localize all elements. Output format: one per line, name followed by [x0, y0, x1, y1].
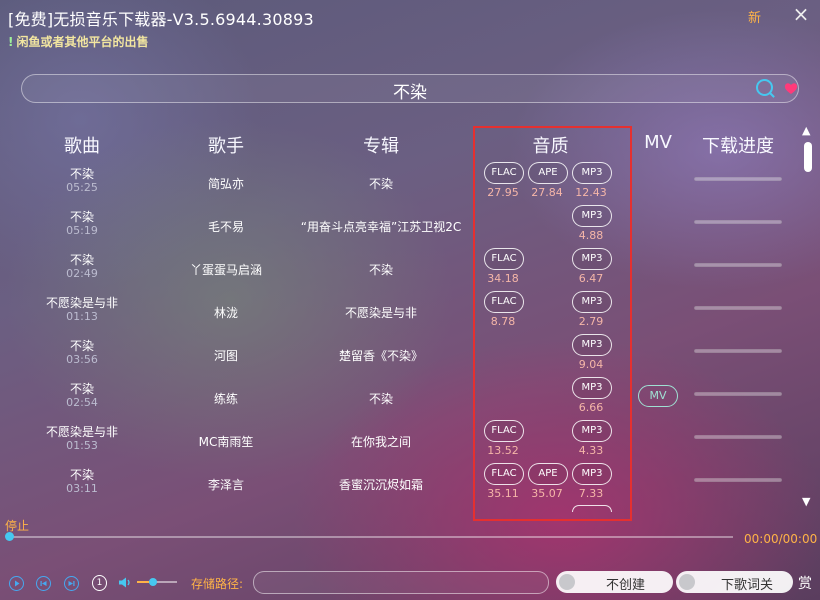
table-row[interactable]: 不染 05:25 简弘亦 不染 FLAC 27.95 APE 27.84 MP3… — [0, 162, 800, 206]
album-name: 楚留香《不染》 — [338, 349, 423, 363]
create-folder-label: 不创建 — [606, 578, 646, 593]
singer-name: MC南雨笙 — [198, 435, 254, 449]
scrollbar-thumb[interactable] — [804, 142, 812, 172]
song-title: 不愿染是与非 — [45, 296, 118, 310]
previous-icon[interactable] — [36, 576, 51, 591]
storage-path-input[interactable] — [253, 571, 549, 594]
song-title: 不染 — [69, 339, 94, 353]
song-title: 不染 — [69, 382, 94, 396]
timer-icon[interactable]: 1 — [92, 575, 107, 591]
time-readout: 00:00/00:00 — [744, 532, 818, 546]
album-name: 不染 — [368, 177, 393, 191]
new-badge[interactable]: 新 — [748, 7, 761, 26]
scroll-down-arrow[interactable]: ▼ — [802, 495, 810, 508]
next-icon[interactable] — [64, 576, 79, 591]
download-progress-bar — [694, 435, 782, 439]
download-progress-bar — [694, 349, 782, 353]
download-progress-bar — [694, 263, 782, 267]
song-duration: 01:13 — [66, 310, 98, 323]
column-header-song: 歌曲 — [64, 136, 100, 157]
table-row[interactable]: 不染 02:54 练练 不染 MP3 6.66 MV — [0, 377, 800, 421]
album-name: 在你我之间 — [350, 435, 411, 449]
song-title: 不染 — [69, 210, 94, 224]
album-name: “用奋斗点亮幸福”江苏卫视2C — [300, 220, 462, 234]
song-duration: 03:56 — [66, 353, 98, 366]
song-title: 不染 — [69, 167, 94, 181]
album-name: 不染 — [368, 263, 393, 277]
search-input[interactable]: 不染 — [22, 78, 798, 103]
table-row[interactable]: 不愿染是与非 01:13 林泷 不愿染是与非 FLAC 8.78 MP3 2.7… — [0, 291, 800, 335]
download-progress-bar — [694, 220, 782, 224]
album-name: 不愿染是与非 — [344, 306, 417, 320]
volume-icon[interactable] — [118, 576, 132, 589]
scroll-up-arrow[interactable]: ▲ — [802, 124, 810, 137]
toggle-knob — [679, 574, 695, 590]
song-duration: 01:53 — [66, 439, 98, 452]
song-duration: 02:49 — [66, 267, 98, 280]
table-row[interactable]: 不染 03:56 河图 楚留香《不染》 MP3 9.04 — [0, 334, 800, 378]
lyrics-toggle[interactable]: 下歌词关 — [676, 571, 793, 593]
table-row[interactable]: 不染 02:49 丫蛋蛋马启涵 不染 FLAC 34.18 MP3 6.47 — [0, 248, 800, 292]
volume-knob[interactable] — [149, 578, 157, 586]
singer-name: 丫蛋蛋马启涵 — [189, 263, 262, 277]
toggle-knob — [559, 574, 575, 590]
search-bar[interactable]: 不染 — [21, 74, 799, 103]
play-icon[interactable] — [9, 576, 24, 591]
heart-icon[interactable] — [783, 80, 799, 96]
download-progress-bar — [694, 478, 782, 482]
lyrics-toggle-label: 下歌词关 — [721, 578, 774, 593]
seek-bar[interactable] — [8, 536, 733, 538]
close-button[interactable]: × — [790, 2, 812, 26]
singer-name: 简弘亦 — [207, 177, 244, 191]
column-header-album: 专辑 — [363, 136, 399, 157]
song-duration: 05:19 — [66, 224, 98, 237]
search-icon[interactable] — [756, 79, 773, 96]
column-header-singer: 歌手 — [208, 136, 244, 157]
album-name: 香蜜沉沉烬如霜 — [338, 478, 423, 492]
song-duration: 05:25 — [66, 181, 98, 194]
column-header-progress: 下载进度 — [702, 136, 774, 157]
song-title: 不染 — [69, 253, 94, 267]
download-progress-bar — [694, 392, 782, 396]
storage-path-label: 存储路径: — [191, 577, 244, 591]
singer-name: 练练 — [213, 392, 238, 406]
reward-button[interactable]: 赏 — [798, 573, 812, 593]
singer-name: 林泷 — [213, 306, 238, 320]
window-title: [免费]无损音乐下载器-V3.5.6944.30893 — [8, 10, 314, 29]
singer-name: 毛不易 — [207, 220, 244, 234]
song-title: 不愿染是与非 — [45, 425, 118, 439]
seek-knob[interactable] — [5, 532, 14, 541]
singer-name: 河图 — [213, 349, 238, 363]
download-progress-bar — [694, 177, 782, 181]
create-folder-toggle[interactable]: 不创建 — [556, 571, 673, 593]
song-title: 不染 — [69, 468, 94, 482]
singer-name: 李泽言 — [207, 478, 244, 492]
table-row[interactable]: 不染 05:19 毛不易 “用奋斗点亮幸福”江苏卫视2C MP3 4.88 — [0, 205, 800, 249]
table-row[interactable]: 不染 03:11 李泽言 香蜜沉沉烬如霜 FLAC 35.11 APE 35.0… — [0, 463, 800, 507]
table-row[interactable]: 不愿染是与非 01:53 MC南雨笙 在你我之间 FLAC 13.52 MP3 … — [0, 420, 800, 464]
album-name: 不染 — [368, 392, 393, 406]
notice-label: 闲鱼或者其他平台的出售 — [16, 35, 149, 49]
column-header-mv: MV — [644, 132, 672, 153]
song-duration: 02:54 — [66, 396, 98, 409]
download-progress-bar — [694, 306, 782, 310]
notice-mark: ! — [8, 35, 14, 49]
notice-text: ! 闲鱼或者其他平台的出售 — [8, 33, 149, 50]
song-duration: 03:11 — [66, 482, 98, 495]
mv-button[interactable]: MV — [638, 385, 678, 407]
quality-highlight-box — [473, 126, 632, 521]
